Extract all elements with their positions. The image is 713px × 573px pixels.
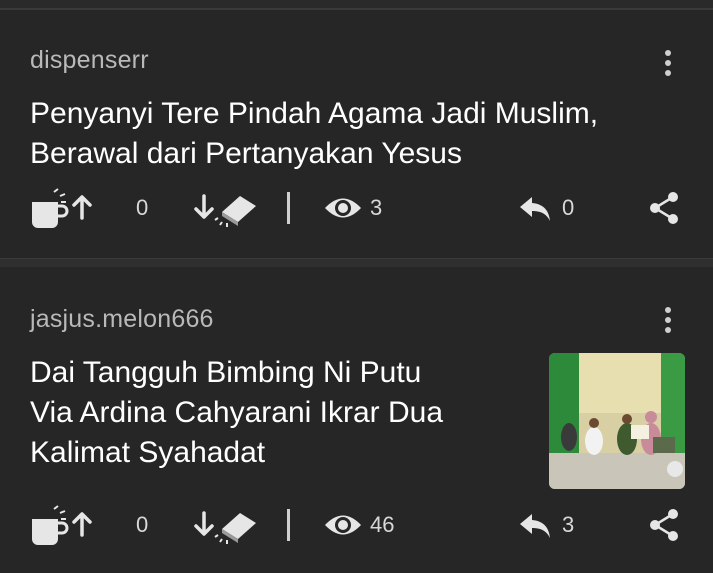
share-icon: [650, 192, 678, 224]
post-card[interactable]: dispenserr Penyanyi Tere Pindah Agama Ja…: [0, 10, 713, 258]
thumbnail-image: [549, 353, 685, 489]
post-title[interactable]: Penyanyi Tere Pindah Agama Jadi Muslim, …: [30, 94, 598, 174]
top-divider: [0, 0, 713, 10]
downvote-button[interactable]: [192, 188, 262, 228]
post-title-line: Penyanyi Tere Pindah Agama Jadi Muslim,: [30, 97, 599, 130]
eraser-icon: [194, 511, 256, 544]
share-icon: [650, 509, 678, 541]
post-title-line: Dai Tangguh Bimbing Ni Putu: [30, 356, 422, 389]
eye-icon: [325, 515, 361, 535]
reply-count: 0: [562, 195, 575, 220]
divider: [287, 509, 290, 541]
reply-button[interactable]: [518, 505, 552, 545]
reply-icon: [520, 514, 550, 538]
downvote-button[interactable]: [192, 505, 262, 545]
post-thumbnail[interactable]: [549, 353, 685, 489]
view-count: 46: [370, 512, 395, 537]
post-title-line: Via Ardina Cahyarani Ikrar Dua: [30, 396, 443, 429]
reply-button[interactable]: [518, 188, 552, 228]
vote-count: 0: [136, 512, 149, 537]
post-card[interactable]: jasjus.melon666 Dai Tangguh Bimbing Ni P…: [0, 267, 713, 573]
post-username[interactable]: jasjus.melon666: [30, 305, 214, 334]
post-title[interactable]: Dai Tangguh Bimbing Ni Putu Via Ardina C…: [30, 353, 443, 473]
divider: [287, 192, 290, 224]
post-username[interactable]: dispenserr: [30, 46, 149, 75]
views-indicator: [323, 505, 363, 545]
views-indicator: [323, 188, 363, 228]
reply-count: 3: [562, 512, 575, 537]
more-options-icon[interactable]: [665, 307, 673, 333]
coffee-cup-icon: [32, 188, 92, 228]
reply-icon: [520, 197, 550, 221]
post-title-line: Kalimat Syahadat: [30, 436, 266, 469]
post-separator: [0, 258, 713, 267]
post-title-line: Berawal dari Pertanyakan Yesus: [30, 137, 462, 170]
post-actions-bar: 0 3 0: [0, 188, 713, 228]
coffee-cup-icon: [32, 505, 92, 545]
post-actions-bar: 0 46 3: [0, 505, 713, 545]
view-count: 3: [370, 195, 383, 220]
upvote-button[interactable]: [30, 188, 96, 228]
share-button[interactable]: [648, 505, 680, 545]
more-options-icon[interactable]: [665, 50, 673, 76]
share-button[interactable]: [648, 188, 680, 228]
eye-icon: [325, 198, 361, 218]
upvote-button[interactable]: [30, 505, 96, 545]
eraser-icon: [194, 194, 256, 227]
vote-count: 0: [136, 195, 149, 220]
